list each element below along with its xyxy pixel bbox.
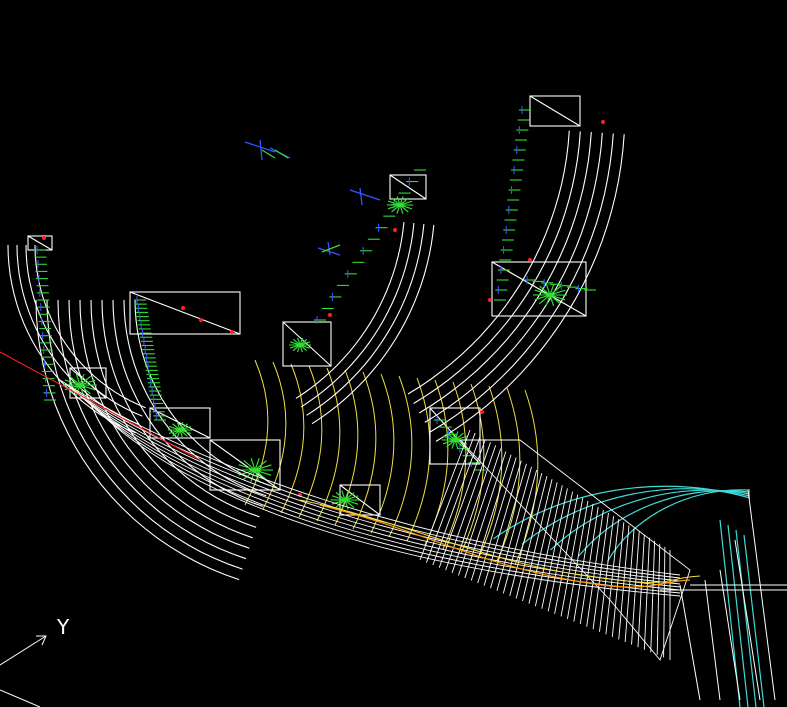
red-hit: [488, 298, 492, 302]
red-hit: [199, 318, 203, 322]
red-hit: [601, 120, 605, 124]
3d-event-viewport[interactable]: Y: [0, 0, 787, 707]
red-hit: [181, 306, 185, 310]
red-hit: [42, 236, 46, 240]
red-hit: [328, 313, 332, 317]
red-hit: [528, 258, 532, 262]
y-axis-label: Y: [56, 615, 70, 639]
red-hit: [230, 330, 234, 334]
red-hit: [393, 228, 397, 232]
red-hit: [480, 410, 484, 414]
